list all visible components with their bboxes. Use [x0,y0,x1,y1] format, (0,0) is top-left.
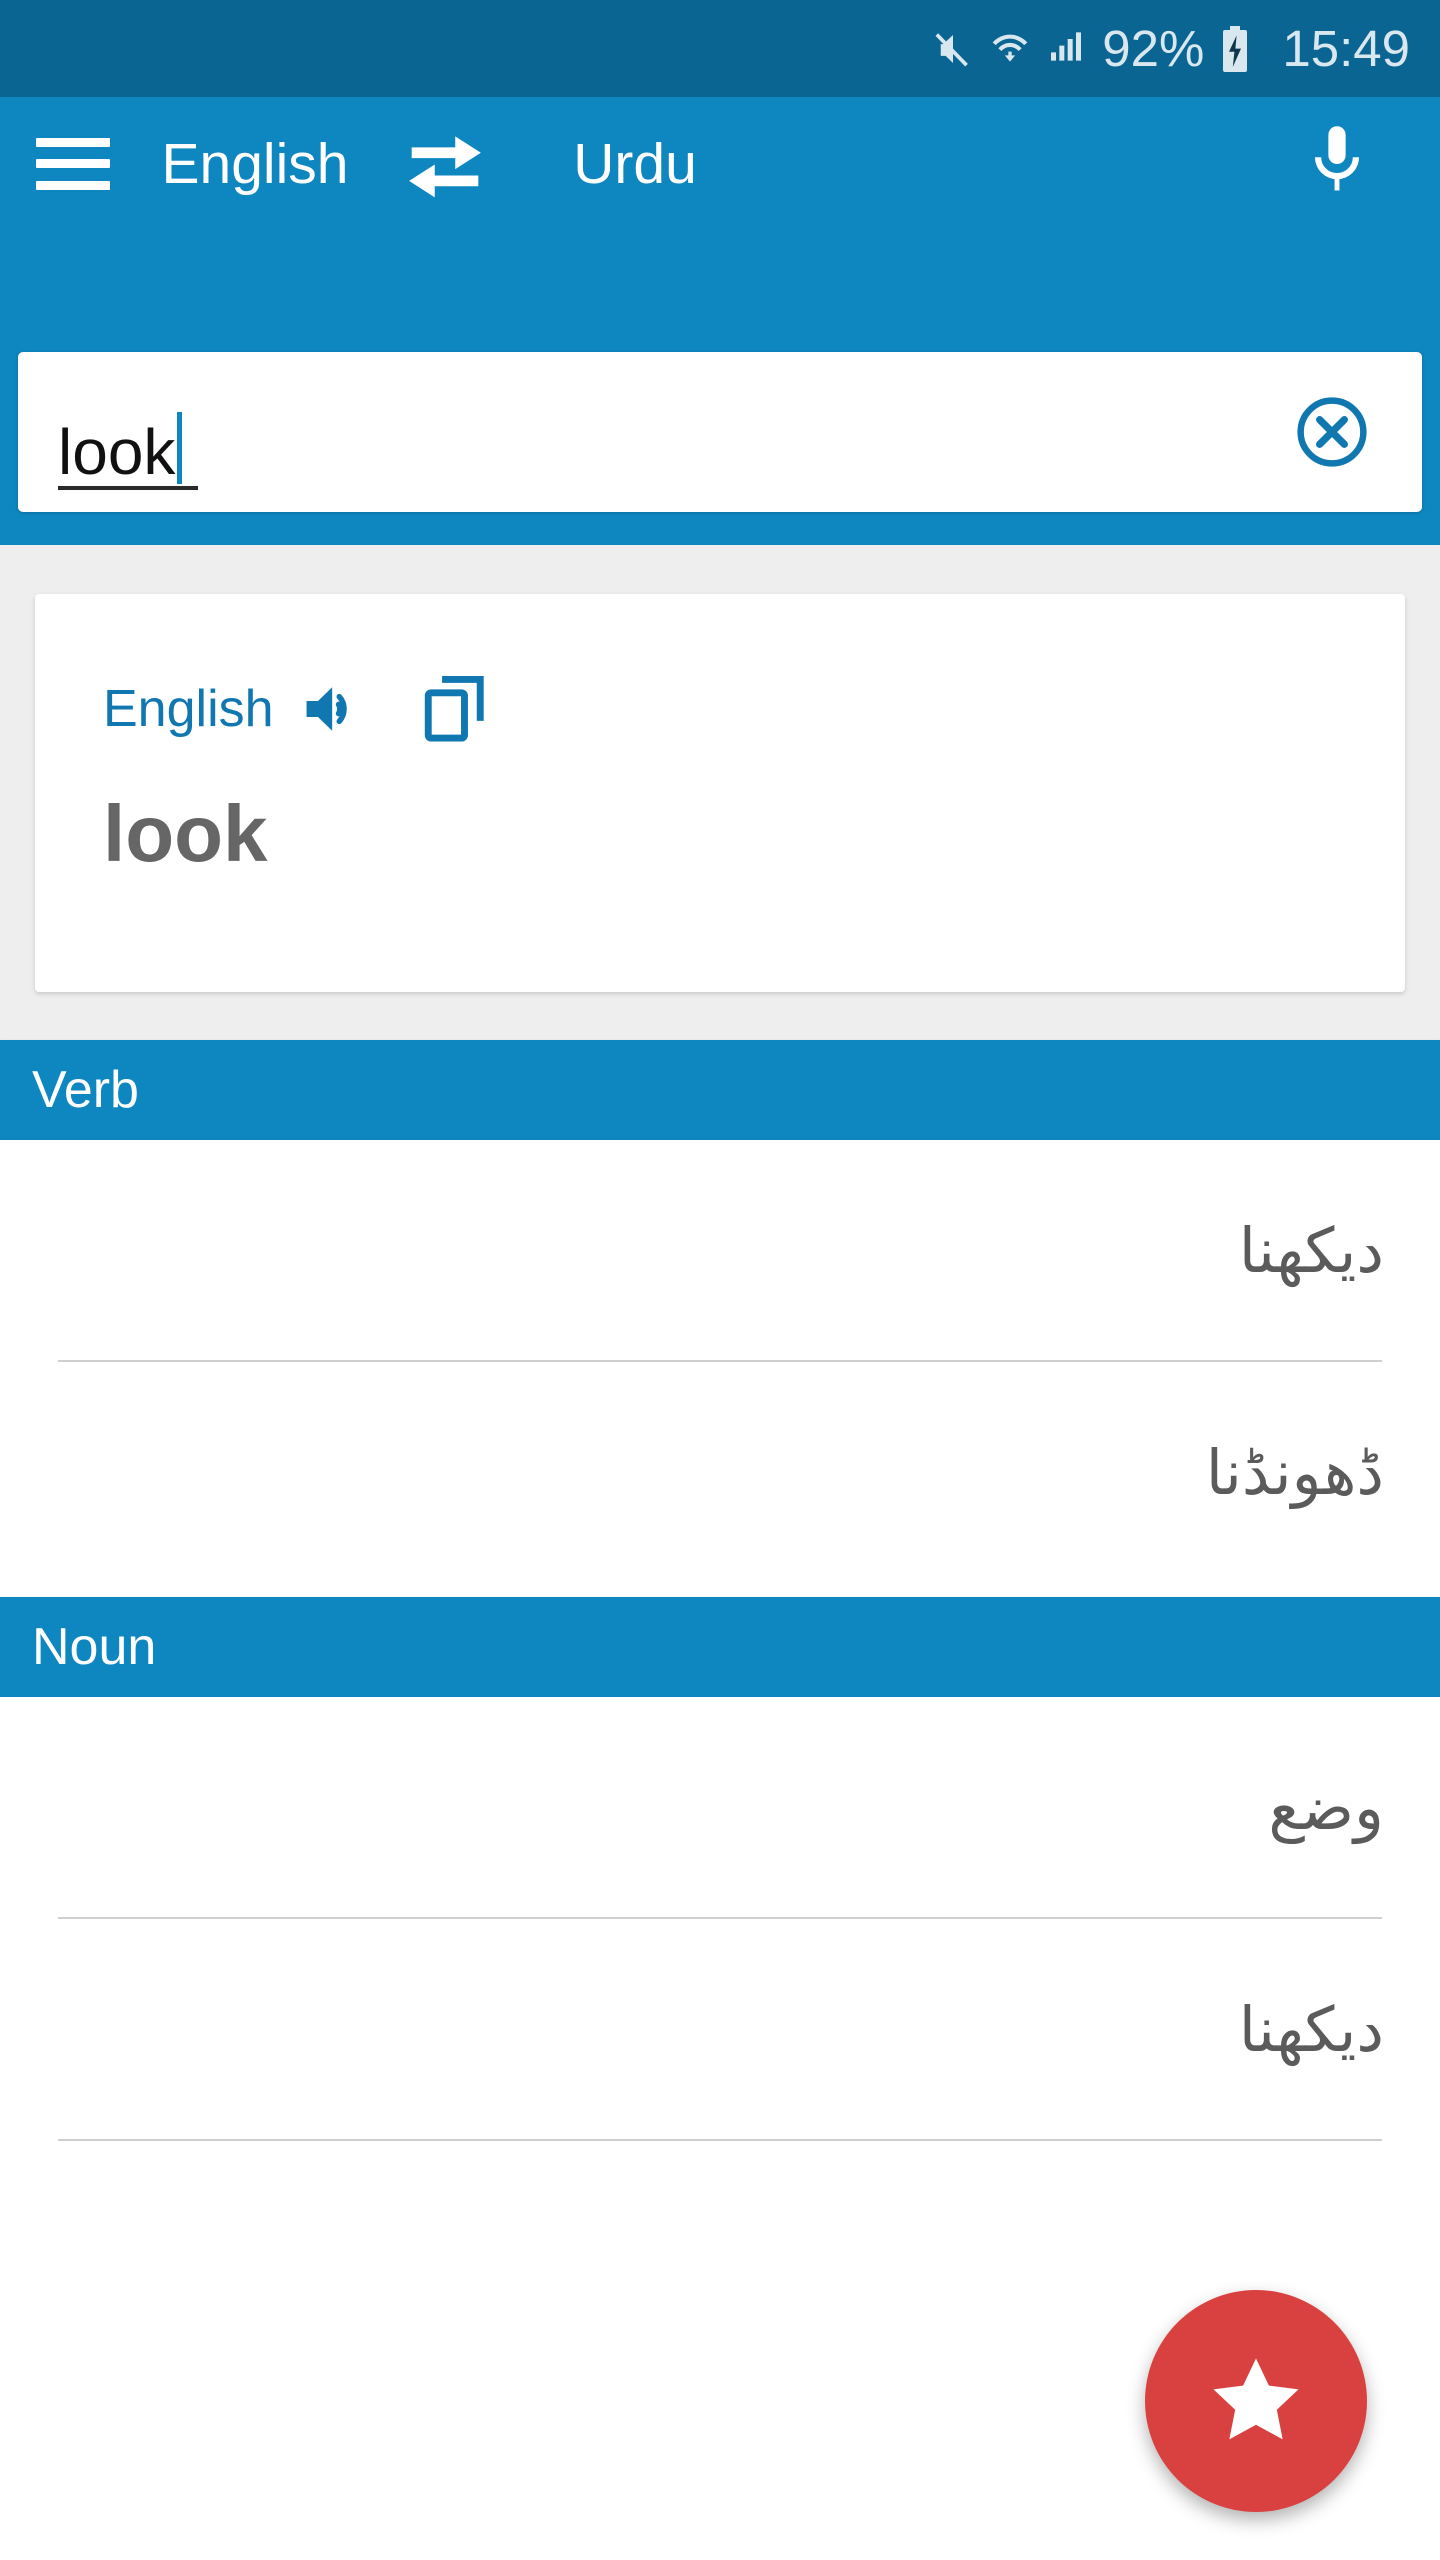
translation-text: وضع [1268,1770,1384,1844]
pronounce-button[interactable] [274,669,394,749]
source-language-selector[interactable]: English [130,97,380,230]
search-input-value: look [58,415,176,488]
section-title: Noun [32,1618,157,1676]
translation-text: ڈھونڈنا [1205,1435,1384,1509]
star-icon [1213,2358,1299,2440]
copy-button[interactable] [394,669,514,749]
mute-icon [935,32,969,66]
copy-icon [424,675,484,742]
card-language-label: English [103,680,274,738]
search-input[interactable]: look [58,402,198,490]
microphone-icon [1314,125,1360,190]
swap-languages-button[interactable] [390,97,500,230]
search-bar-area: look [0,230,1440,545]
source-word-card: English look [35,594,1405,992]
translation-row[interactable]: وضع [0,1697,1440,1919]
translation-text: دیکھنا [1238,1992,1384,2066]
swap-horizontal-icon [409,135,481,197]
status-bar: 92% 15:49 [0,0,1440,97]
result-card-area: English look [0,545,1440,1040]
translation-row[interactable]: ڈھونڈنا [0,1362,1440,1584]
clock-label: 15:49 [1282,20,1410,77]
text-cursor [177,412,183,484]
hamburger-menu-icon[interactable] [36,137,110,190]
clear-circle-icon [1297,397,1367,467]
source-language-label: English [161,131,349,196]
target-language-selector[interactable]: Urdu [510,97,760,230]
translation-text: دیکھنا [1238,1213,1384,1287]
row-divider [58,2139,1382,2141]
battery-percent-label: 92% [1102,20,1205,77]
voice-input-button[interactable] [1282,97,1392,230]
section-header-noun: Noun [0,1597,1440,1697]
source-word: look [103,789,268,878]
search-field-container[interactable]: look [18,352,1422,512]
translation-row[interactable]: دیکھنا [0,1919,1440,2141]
signal-icon [1051,31,1082,61]
speaker-icon [306,687,347,731]
hamburger-bar [36,180,110,190]
battery-charging-icon [1223,25,1248,72]
section-title: Verb [32,1061,139,1119]
translation-row[interactable]: دیکھنا [0,1140,1440,1362]
wifi-icon [992,34,1028,62]
app-toolbar: English Urdu [0,97,1440,230]
hamburger-bar [36,137,110,147]
card-header-row: English [103,669,514,749]
favorite-fab-button[interactable] [1145,2290,1367,2512]
section-header-verb: Verb [0,1040,1440,1140]
target-language-label: Urdu [573,131,697,196]
app-screen: 92% 15:49 English Urdu look English look… [0,0,1440,2560]
clear-search-button[interactable] [1294,394,1370,470]
hamburger-bar [36,159,110,168]
status-bar-icons: 92% 15:49 [932,23,1410,74]
